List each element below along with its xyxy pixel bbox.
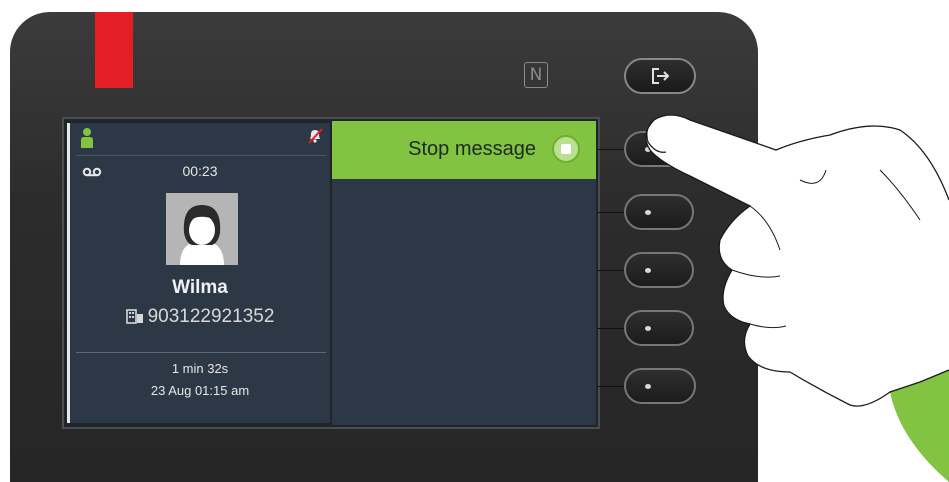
caller-number-row: 903122921352	[70, 306, 330, 328]
stop-icon	[552, 135, 580, 163]
caller-name: Wilma	[172, 277, 228, 298]
divider	[76, 155, 326, 156]
user-available-icon	[81, 128, 93, 148]
stop-message-label: Stop message	[408, 138, 536, 160]
elapsed-time: 00:23	[182, 163, 218, 179]
message-led	[95, 12, 133, 88]
ringer-off-icon	[308, 128, 323, 144]
caller-number: 903122921352	[147, 306, 275, 327]
office-phone-icon	[125, 309, 143, 324]
exit-key[interactable]	[624, 58, 696, 94]
display-screen: 00:23 Wilma 903122921352 1 min 32s 23 Au…	[62, 117, 600, 429]
exit-icon	[652, 68, 670, 84]
pointing-hand-illustration	[645, 114, 949, 482]
nfc-icon: N	[524, 62, 548, 88]
options-panel: Stop message	[332, 121, 596, 425]
avatar	[166, 193, 238, 265]
divider	[76, 352, 326, 353]
message-length: 1 min 32s	[171, 361, 229, 376]
stop-message-option[interactable]: Stop message	[332, 121, 596, 179]
call-info-panel: 00:23 Wilma 903122921352 1 min 32s 23 Au…	[67, 123, 330, 423]
message-datetime: 23 Aug 01:15 am	[150, 383, 250, 398]
